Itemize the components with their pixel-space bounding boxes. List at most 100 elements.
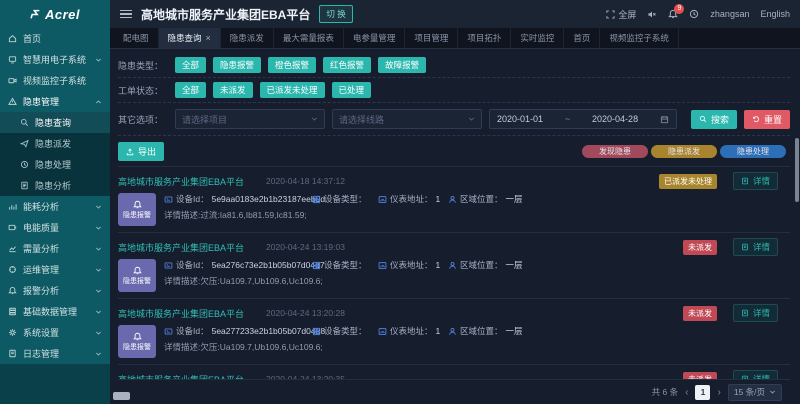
tab-distribution-diagram[interactable]: 配电图 [114,28,159,48]
sidebar-item-system-settings[interactable]: 系统设置 [0,322,110,343]
horizontal-scrollbar-thumb[interactable] [113,392,130,400]
page-size-select[interactable]: 15 条/页 [728,384,782,401]
detail-button[interactable]: 详情 [733,238,778,256]
legend-hazard-dispatch: 隐患派发 [651,145,717,158]
status-filter-dispatched-unhandled[interactable]: 已派发未处理 [260,82,325,98]
project-select-placeholder: 请选择项目 [182,113,227,126]
submenu-item-hazard-process[interactable]: 隐患处理 [0,154,110,175]
filter-row-order-status: 工单状态： 全部 未派发 已派发未处理 已处理 [118,78,790,103]
tab-project-topology[interactable]: 项目拓扑 [458,28,511,48]
sidebar-item-home[interactable]: 首页 [0,28,110,49]
language-switcher[interactable]: English [760,9,790,19]
hazard-row: 高地城市服务产业集团EBA平台 2020-04-24 13:20:35 未派发 … [118,364,790,379]
row-timestamp: 2020-04-24 13:19:03 [266,242,345,252]
detail-button[interactable]: 详情 [733,370,778,379]
chevron-down-icon [95,330,102,336]
status-badge: 未派发 [683,372,717,380]
gauge-icon [378,195,387,204]
status-filter-handled[interactable]: 已处理 [332,82,372,98]
date-range-picker[interactable]: 2020-01-01 ~ 2020-04-28 [489,109,677,129]
tab-hazard-query[interactable]: 隐患查询 × [159,28,221,48]
device-type-icon [312,261,321,270]
tab-project-management[interactable]: 项目管理 [405,28,458,48]
home-icon [8,34,17,43]
type-filter-fault-alarm[interactable]: 故障报警 [378,57,426,73]
submenu-item-hazard-dispatch[interactable]: 隐患派发 [0,133,110,154]
vertical-scrollbar-thumb[interactable] [795,138,799,202]
type-filter-orange-alarm[interactable]: 橙色报警 [268,57,316,73]
hazard-row: 高地城市服务产业集团EBA平台 2020-04-24 13:19:03 未派发 … [118,232,790,298]
gear-icon [8,328,17,337]
tab-max-demand-report[interactable]: 最大需量报表 [274,28,344,48]
collapse-menu-icon[interactable] [120,10,132,19]
clock-icon [20,160,29,169]
chevron-down-icon [95,351,102,357]
status-filter-all[interactable]: 全部 [175,82,206,98]
sidebar-item-alarm-analysis[interactable]: 报警分析 [0,280,110,301]
status-filter-undispatched[interactable]: 未派发 [213,82,253,98]
field-device-type: 设备类型： [312,259,378,271]
gauge-icon [378,261,387,270]
tab-parameter-management[interactable]: 电参量管理 [344,28,406,48]
notifications-button[interactable]: 9 [668,9,678,19]
type-filter-all[interactable]: 全部 [175,57,206,73]
detail-button[interactable]: 详情 [733,304,778,322]
row-title-link[interactable]: 高地城市服务产业集团EBA平台 [118,241,244,254]
sidebar-item-video-monitor[interactable]: 视频监控子系统 [0,70,110,91]
chevron-down-icon [95,309,102,315]
sidebar-item-hazard-management[interactable]: 隐患管理 [0,91,110,112]
project-select[interactable]: 请选择项目 [175,109,325,129]
line-select[interactable]: 请选择线路 [332,109,482,129]
tab-video-subsystem[interactable]: 视频监控子系统 [600,28,679,48]
chevron-down-icon [95,267,102,273]
row-title-link[interactable]: 高地城市服务产业集团EBA平台 [118,175,244,188]
chevron-down-icon [95,246,102,252]
tab-hazard-dispatch[interactable]: 隐患派发 [221,28,274,48]
chevron-down-icon [95,57,102,63]
reset-button[interactable]: 重置 [744,110,790,129]
row-title-link[interactable]: 高地城市服务产业集团EBA平台 [118,307,244,320]
chevron-down-icon [311,116,318,122]
sidebar-item-smart-electricity[interactable]: 智慧用电子系统 [0,49,110,70]
type-filter-hazard-alarm[interactable]: 隐患报警 [213,57,261,73]
hazard-description: 详情描述:过流:Ia81.6,Ib81.59,Ic81.59; [164,209,778,221]
chevron-down-icon [95,225,102,231]
submenu-item-hazard-query[interactable]: 隐患查询 [0,112,110,133]
pagination: 共 6 条 ‹ 1 › 15 条/页 [118,379,790,404]
field-device-id: 设备Id： 5ea277233e2b1b05b07d04d8 [164,325,312,337]
sidebar-item-label: 电能质量 [23,221,59,234]
dispatch-icon [20,139,29,148]
prev-page-button[interactable]: ‹ [685,387,688,398]
sidebar-item-log-management[interactable]: 日志管理 [0,343,110,364]
page-number-button[interactable]: 1 [695,385,710,400]
type-filter-red-alarm[interactable]: 红色报警 [323,57,371,73]
submenu-item-label: 隐患查询 [35,116,71,129]
search-button[interactable]: 搜索 [691,110,737,129]
hazard-submenu: 隐患查询 隐患派发 隐患处理 隐患分析 [0,112,110,196]
tab-realtime-monitor[interactable]: 实时监控 [511,28,564,48]
export-button[interactable]: 导出 [118,142,164,161]
submenu-item-label: 隐患处理 [35,158,71,171]
detail-button[interactable]: 详情 [733,172,778,190]
fullscreen-label: 全屏 [618,8,636,21]
close-tab-icon[interactable]: × [206,34,211,43]
sidebar-item-ops-management[interactable]: 运维管理 [0,259,110,280]
refresh-icon [752,115,760,123]
help-button[interactable] [689,9,699,19]
sidebar-item-power-quality[interactable]: 电能质量 [0,217,110,238]
submenu-item-label: 隐患分析 [35,179,71,192]
tab-home[interactable]: 首页 [564,28,600,48]
fullscreen-button[interactable]: 全屏 [606,8,636,21]
sidebar-item-label: 基础数据管理 [23,305,77,318]
next-page-button[interactable]: › [717,387,720,398]
submenu-item-hazard-analysis[interactable]: 隐患分析 [0,175,110,196]
sidebar-item-energy-analysis[interactable]: 能耗分析 [0,196,110,217]
sidebar-item-base-data[interactable]: 基础数据管理 [0,301,110,322]
log-file-icon [8,349,17,358]
sidebar-item-label: 隐患管理 [23,95,59,108]
switch-button[interactable]: 切 换 [319,5,352,23]
user-menu[interactable]: zhangsan [710,9,749,19]
sidebar-item-demand-analysis[interactable]: 需量分析 [0,238,110,259]
username: zhangsan [710,9,749,19]
mute-button[interactable] [647,10,657,19]
